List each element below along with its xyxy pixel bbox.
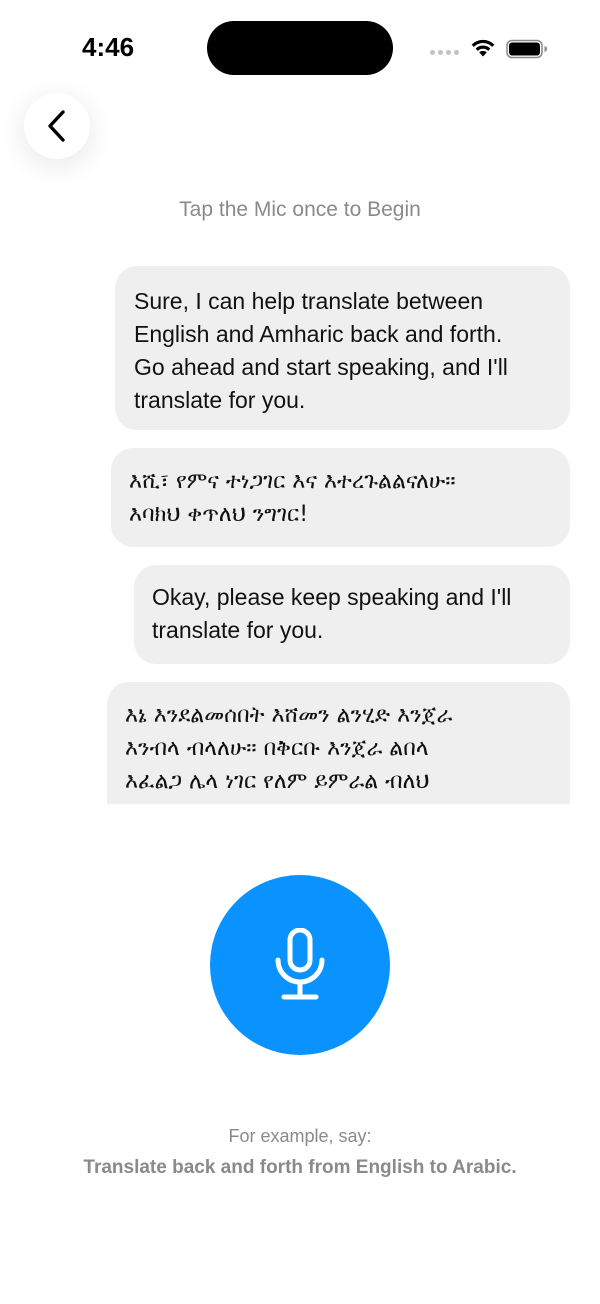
back-button[interactable] [24,93,90,159]
chat-transcript[interactable]: Sure, I can help translate between Engli… [0,250,600,804]
message-bubble: Sure, I can help translate between Engli… [115,266,570,430]
example-label: For example, say: [228,1126,372,1146]
wifi-icon [471,39,495,57]
example-prompt: Translate back and forth from English to… [83,1157,517,1178]
message-bubble: እኔ እንደልመሰበት እሸመን ልንሂድ እንጀራ እንብላ ብላለሁ፡፡ በ… [107,682,570,804]
microphone-icon [275,928,325,1000]
battery-icon [506,39,547,59]
mic-button[interactable] [210,875,390,1055]
cellular-signal-icon [430,50,459,55]
chevron-left-icon [48,110,65,142]
status-bar: 4:46 [0,0,600,96]
status-time: 4:46 [82,32,135,62]
message-bubble: እሺ፣ የምና ተነጋገር እና እተረጉልልናለሁ፡፡ እባክህ ቀጥለህ ን… [111,448,570,547]
mic-hint: Tap the Mic once to Begin [179,198,421,221]
message-bubble: Okay, please keep speaking and I'll tran… [134,565,570,664]
dynamic-island [207,21,393,75]
